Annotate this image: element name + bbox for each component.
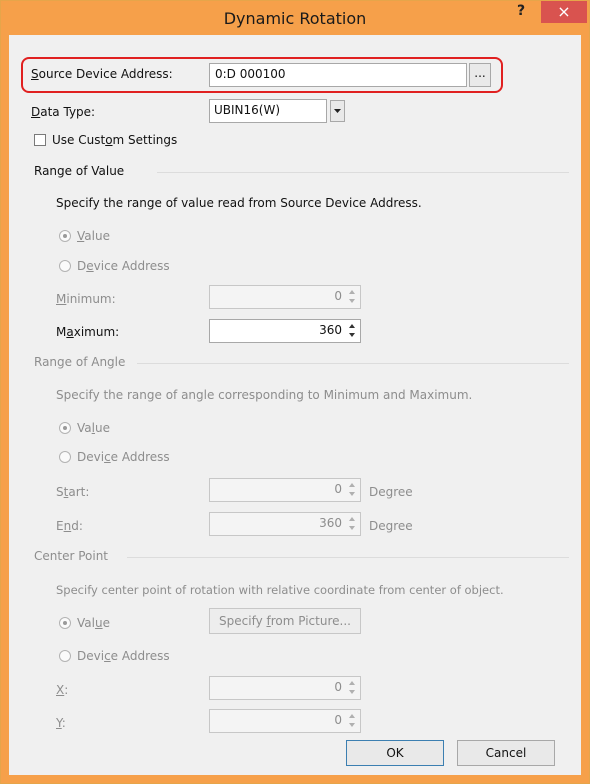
minimum-stepper[interactable] xyxy=(347,286,359,308)
browse-button[interactable]: ... xyxy=(469,63,491,87)
range-value-radio-device[interactable] xyxy=(59,260,71,272)
end-label: End: xyxy=(56,519,83,533)
dialog-title: Dynamic Rotation xyxy=(223,9,367,28)
source-address-label: Source Device Address: xyxy=(31,67,173,81)
range-angle-radio-value[interactable] xyxy=(59,422,71,434)
range-of-angle-heading: Range of Angle xyxy=(34,355,126,369)
center-point-divider xyxy=(127,557,569,558)
specify-from-picture-button[interactable]: Specify from Picture... xyxy=(209,608,361,634)
range-of-value-divider xyxy=(157,172,569,173)
end-unit-label: Degree xyxy=(369,519,413,533)
range-angle-radio-value-label: Value xyxy=(77,421,110,435)
maximum-label: Maximum: xyxy=(56,325,120,339)
end-input[interactable]: 360 xyxy=(209,512,361,536)
range-of-value-description: Specify the range of value read from Sou… xyxy=(56,196,422,210)
start-label: Start: xyxy=(56,485,90,499)
help-button[interactable]: ? xyxy=(506,3,536,25)
chevron-down-icon[interactable] xyxy=(330,100,345,122)
use-custom-settings-label: Use Custom Settings xyxy=(52,133,178,147)
center-radio-device[interactable] xyxy=(59,650,71,662)
start-input[interactable]: 0 xyxy=(209,478,361,502)
start-unit-label: Degree xyxy=(369,485,413,499)
center-point-heading: Center Point xyxy=(34,549,108,563)
close-button[interactable]: × xyxy=(541,1,587,23)
center-point-description: Specify center point of rotation with re… xyxy=(56,583,504,597)
ok-button[interactable]: OK xyxy=(346,740,444,766)
minimum-input[interactable]: 0 xyxy=(209,285,361,309)
x-label: X: xyxy=(56,683,69,697)
range-value-radio-value[interactable] xyxy=(59,230,71,242)
range-value-radio-value-label: Value xyxy=(77,229,110,243)
source-address-input[interactable]: 0:D 000100 xyxy=(209,63,467,87)
y-label: Y: xyxy=(56,716,66,730)
y-input[interactable]: 0 xyxy=(209,709,361,733)
data-type-select[interactable]: UBIN16(W) xyxy=(209,99,327,123)
title-bar: Dynamic Rotation ? × xyxy=(1,1,589,35)
range-of-angle-description: Specify the range of angle corresponding… xyxy=(56,388,473,402)
use-custom-settings-checkbox[interactable] xyxy=(34,134,46,146)
data-type-label: Data Type: xyxy=(31,105,96,119)
start-stepper[interactable] xyxy=(347,479,359,501)
range-angle-radio-device-label: Device Address xyxy=(77,450,170,464)
x-input[interactable]: 0 xyxy=(209,676,361,700)
y-stepper[interactable] xyxy=(347,710,359,732)
range-of-angle-divider xyxy=(137,363,569,364)
end-stepper[interactable] xyxy=(347,513,359,535)
minimum-label: Minimum: xyxy=(56,292,116,306)
center-radio-value[interactable] xyxy=(59,617,71,629)
center-radio-value-label: Value xyxy=(77,616,110,630)
maximum-stepper[interactable] xyxy=(347,320,359,342)
maximum-input[interactable]: 360 xyxy=(209,319,361,343)
cancel-button[interactable]: Cancel xyxy=(457,740,555,766)
range-angle-radio-device[interactable] xyxy=(59,451,71,463)
dialog-window: Dynamic Rotation ? × Source Device Addre… xyxy=(0,0,590,784)
range-of-value-heading: Range of Value xyxy=(34,164,125,178)
center-radio-device-label: Device Address xyxy=(77,649,170,663)
range-value-radio-device-label: Device Address xyxy=(77,259,170,273)
x-stepper[interactable] xyxy=(347,677,359,699)
dialog-body: Source Device Address: 0:D 000100 ... Da… xyxy=(9,35,581,775)
